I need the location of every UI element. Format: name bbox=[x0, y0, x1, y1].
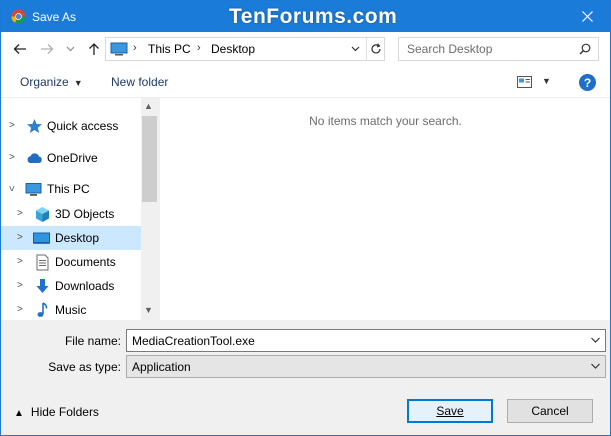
music-icon bbox=[37, 302, 48, 317]
chrome-icon bbox=[11, 9, 26, 24]
scroll-down-icon[interactable]: ▼ bbox=[144, 305, 153, 315]
cancel-button[interactable]: Cancel bbox=[507, 399, 593, 423]
tree-item-quick-access[interactable]: > Quick access bbox=[1, 114, 141, 138]
breadcrumb-this-pc[interactable]: This PC bbox=[148, 42, 191, 56]
caret-down-icon: ▼ bbox=[73, 78, 83, 88]
save-label: Save bbox=[436, 404, 464, 418]
chevron-right-icon[interactable]: > bbox=[17, 232, 23, 243]
nav-scrollbar[interactable]: ▲ ▼ bbox=[141, 98, 158, 320]
watermark: TenForums.com bbox=[229, 5, 398, 28]
chevron-right-icon[interactable]: > bbox=[9, 120, 15, 131]
tree-item-downloads[interactable]: > Downloads bbox=[1, 274, 141, 298]
refresh-button[interactable] bbox=[366, 38, 385, 60]
tree-item-label: Downloads bbox=[55, 279, 115, 293]
caret-up-icon: ▲ bbox=[14, 408, 24, 419]
empty-message: No items match your search. bbox=[309, 114, 462, 128]
chevron-right-icon[interactable]: > bbox=[9, 152, 15, 163]
command-bar: Organize ▼ New folder ▼ ? bbox=[1, 67, 610, 98]
tree-item-label: Desktop bbox=[55, 231, 100, 245]
view-options-icon[interactable] bbox=[517, 76, 532, 88]
tree-item-label: Documents bbox=[55, 255, 116, 269]
cloud-icon bbox=[27, 153, 42, 163]
download-icon bbox=[36, 279, 49, 293]
save-as-type-select[interactable]: Application bbox=[126, 355, 606, 378]
hide-folders-label: Hide Folders bbox=[30, 405, 99, 419]
close-icon bbox=[581, 11, 593, 22]
scroll-up-icon[interactable]: ▲ bbox=[144, 101, 153, 111]
search-icon bbox=[579, 43, 591, 55]
arrow-left-icon bbox=[13, 44, 26, 54]
save-as-dialog: Save As TenForums.com › This PC › Deskto… bbox=[0, 0, 611, 436]
tree-item-label: Music bbox=[55, 303, 87, 317]
chevron-down-icon[interactable]: > bbox=[5, 186, 16, 192]
back-button[interactable] bbox=[10, 38, 30, 60]
search-box[interactable]: Search Desktop bbox=[398, 37, 599, 61]
chevron-right-icon[interactable]: > bbox=[17, 208, 23, 219]
view-options-dropdown-icon[interactable]: ▼ bbox=[542, 76, 551, 86]
breadcrumb-separator-icon: › bbox=[133, 42, 137, 54]
star-icon bbox=[27, 119, 42, 133]
chevron-right-icon[interactable]: > bbox=[17, 256, 23, 267]
file-name-value: MediaCreationTool.exe bbox=[132, 334, 255, 348]
document-icon bbox=[36, 254, 49, 271]
help-icon[interactable]: ? bbox=[579, 74, 596, 91]
scrollbar-thumb[interactable] bbox=[142, 116, 157, 202]
breadcrumb-separator-icon: › bbox=[197, 42, 201, 54]
tree-item-music[interactable]: > Music bbox=[1, 298, 141, 322]
tree-item-3d-objects[interactable]: > 3D Objects bbox=[1, 202, 141, 226]
new-folder-button[interactable]: New folder bbox=[111, 75, 168, 89]
address-bar[interactable]: › This PC › Desktop bbox=[105, 37, 385, 61]
arrow-right-icon bbox=[41, 44, 54, 54]
close-button[interactable] bbox=[564, 1, 610, 32]
chevron-down-icon bbox=[66, 46, 74, 52]
tree-item-label: 3D Objects bbox=[55, 207, 115, 221]
chevron-down-icon bbox=[351, 46, 359, 52]
refresh-icon bbox=[371, 43, 381, 54]
organize-label: Organize bbox=[20, 75, 69, 89]
file-name-field[interactable]: MediaCreationTool.exe bbox=[126, 329, 606, 352]
tree-item-label: Quick access bbox=[47, 119, 119, 133]
navigation-bar: › This PC › Desktop Search Desktop bbox=[1, 32, 610, 67]
organize-button[interactable]: Organize ▼ bbox=[20, 75, 83, 89]
navigation-pane: > Quick access > OneDrive > This PC > 3D… bbox=[1, 98, 158, 320]
chevron-down-icon[interactable] bbox=[590, 334, 601, 346]
forward-button[interactable] bbox=[37, 38, 57, 60]
tree-item-this-pc[interactable]: > This PC bbox=[1, 177, 141, 201]
file-list[interactable]: No items match your search. bbox=[159, 98, 610, 320]
save-as-type-value: Application bbox=[132, 360, 191, 374]
tree-item-label: This PC bbox=[47, 182, 90, 196]
address-dropdown-button[interactable] bbox=[347, 41, 363, 57]
computer-icon bbox=[25, 183, 42, 196]
file-name-label: File name: bbox=[64, 334, 121, 348]
chevron-down-icon[interactable] bbox=[590, 360, 601, 372]
hide-folders-button[interactable]: ▲ Hide Folders bbox=[14, 405, 99, 419]
cube-icon bbox=[36, 207, 49, 222]
tree-item-desktop[interactable]: > Desktop bbox=[1, 226, 141, 250]
desktop-icon bbox=[33, 232, 50, 244]
window-title: Save As bbox=[32, 10, 77, 24]
tree-item-documents[interactable]: > Documents bbox=[1, 250, 141, 274]
save-as-type-label: Save as type: bbox=[48, 360, 121, 374]
chevron-right-icon[interactable]: > bbox=[17, 304, 23, 315]
recent-locations-button[interactable] bbox=[63, 38, 77, 60]
tree-item-onedrive[interactable]: > OneDrive bbox=[1, 146, 141, 170]
search-placeholder: Search Desktop bbox=[407, 42, 493, 56]
save-button[interactable]: Save bbox=[407, 399, 493, 423]
arrow-up-icon bbox=[89, 43, 99, 55]
breadcrumb-desktop[interactable]: Desktop bbox=[211, 42, 255, 56]
title-bar: Save As TenForums.com bbox=[1, 1, 610, 32]
up-button[interactable] bbox=[84, 38, 104, 60]
chevron-right-icon[interactable]: > bbox=[17, 280, 23, 291]
computer-icon bbox=[110, 42, 128, 56]
tree-item-label: OneDrive bbox=[47, 151, 98, 165]
